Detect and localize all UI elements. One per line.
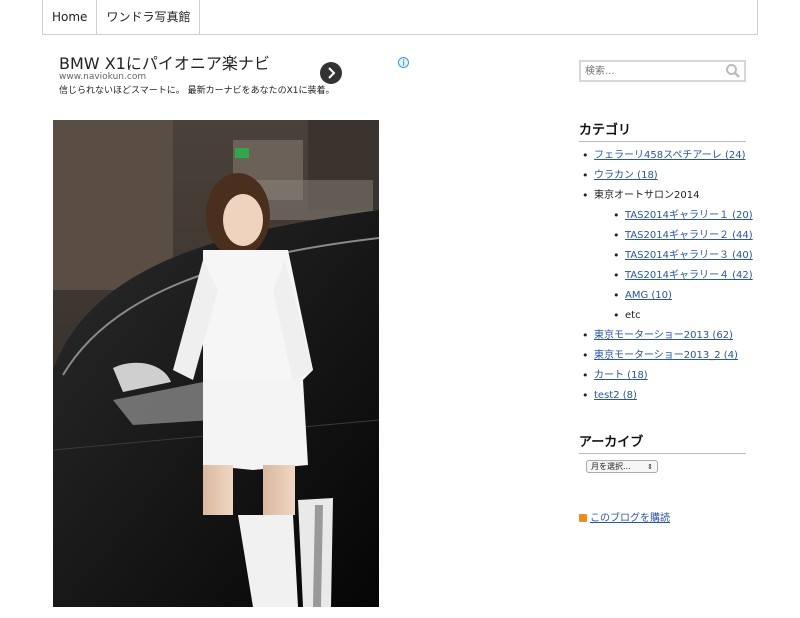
categories-title: カテゴリ: [579, 119, 746, 142]
category-link[interactable]: TAS2014ギャラリー１ (20): [625, 210, 753, 221]
list-item: フェラーリ458スペチアーレ (24): [579, 146, 769, 166]
category-link[interactable]: TAS2014ギャラリー２ (44): [625, 230, 753, 241]
category-link[interactable]: 東京モーターショー2013_2 (4): [594, 350, 738, 361]
list-item: ウラカン (18): [579, 166, 769, 186]
search-input[interactable]: [585, 63, 725, 79]
subscribe-link[interactable]: このブログを購読: [590, 513, 670, 524]
info-icon[interactable]: [398, 53, 409, 68]
ad-description[interactable]: 信じられないほどスマートに。 最新カーナビをあなたのX1に装着。: [59, 83, 334, 96]
chevron-updown-icon: ⇕: [647, 463, 653, 471]
list-item: test2 (8): [579, 386, 769, 406]
list-item: 東京モーターショー2013 (62): [579, 326, 769, 346]
gallery-photo[interactable]: [53, 120, 379, 607]
list-item: TAS2014ギャラリー３ (40): [594, 246, 769, 266]
category-link[interactable]: test2 (8): [594, 390, 637, 401]
category-link[interactable]: TAS2014ギャラリー４ (42): [625, 270, 753, 281]
list-item: TAS2014ギャラリー１ (20): [594, 206, 769, 226]
top-nav: Home ワンドラ写真館: [42, 0, 758, 35]
search-box: [579, 60, 746, 82]
ad-title[interactable]: BMW X1にパイオニア楽ナビ: [59, 50, 270, 74]
list-item: TAS2014ギャラリー２ (44): [594, 226, 769, 246]
list-item: etc: [594, 306, 769, 326]
category-link[interactable]: TAS2014ギャラリー３ (40): [625, 250, 753, 261]
ad-url[interactable]: www.naviokun.com: [59, 72, 146, 82]
list-item: AMG (10): [594, 286, 769, 306]
rss-icon: [579, 514, 587, 522]
category-link[interactable]: 東京モーターショー2013 (62): [594, 330, 733, 341]
list-item: カート (18): [579, 366, 769, 386]
category-link[interactable]: ウラカン (18): [594, 170, 658, 181]
search-icon[interactable]: [725, 63, 741, 79]
category-label: etc: [625, 310, 641, 321]
subscribe-link-row: このブログを購読: [579, 509, 670, 524]
nav-gallery[interactable]: ワンドラ写真館: [97, 0, 201, 34]
nav-home[interactable]: Home: [43, 0, 98, 34]
archive-month-select[interactable]: 月を選択... ⇕: [586, 460, 658, 473]
category-link[interactable]: カート (18): [594, 370, 648, 381]
archive-title: アーカイブ: [579, 431, 746, 454]
list-item: 東京オートサロン2014 TAS2014ギャラリー１ (20) TAS2014ギ…: [579, 186, 769, 326]
categories-list: フェラーリ458スペチアーレ (24) ウラカン (18) 東京オートサロン20…: [579, 146, 769, 406]
list-item: 東京モーターショー2013_2 (4): [579, 346, 769, 366]
category-link[interactable]: フェラーリ458スペチアーレ (24): [594, 150, 746, 161]
list-item: TAS2014ギャラリー４ (42): [594, 266, 769, 286]
category-label: 東京オートサロン2014: [594, 190, 700, 201]
category-link[interactable]: AMG (10): [625, 290, 672, 301]
archive-select-value: 月を選択...: [591, 462, 631, 471]
subcategory-list: TAS2014ギャラリー１ (20) TAS2014ギャラリー２ (44) TA…: [594, 206, 769, 326]
chevron-right-icon[interactable]: [320, 62, 342, 84]
